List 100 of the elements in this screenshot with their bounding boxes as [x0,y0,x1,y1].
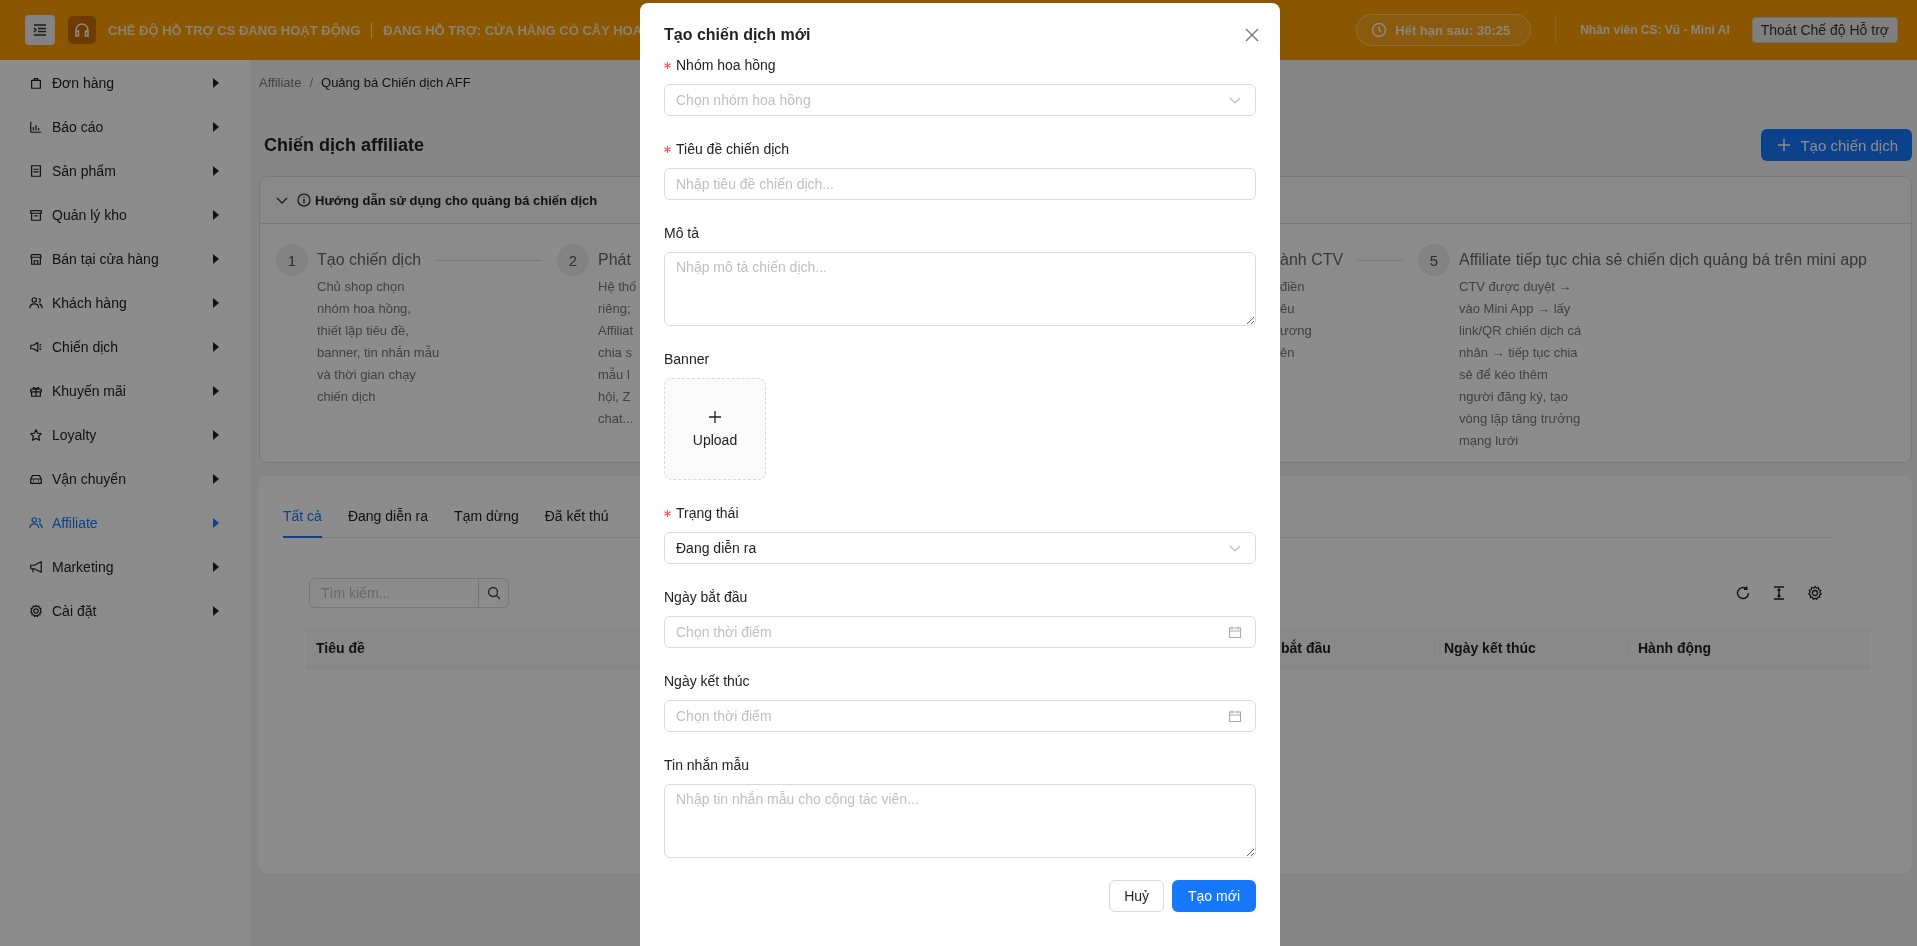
archive-icon [29,208,43,222]
column-header: Ngày kết thúc [1434,640,1628,656]
date-field[interactable]: Chọn thời điểm [664,616,1256,648]
upload-button[interactable]: Upload [664,378,766,480]
field-label: Tin nhắn mẫu [664,757,750,773]
field-label: Ngày bắt đầu [664,589,748,605]
speaker-icon [29,340,43,354]
dialog-title: Tạo chiến dịch mới [664,26,811,44]
bag-icon [29,76,43,90]
step-description: điền êu ương ên [1280,278,1312,362]
tab[interactable]: Tạm dừng [454,508,519,538]
caret-icon [212,430,220,440]
sidebar-item[interactable]: Đơn hàng [0,61,250,105]
breadcrumb-separator: / [309,74,314,90]
search-button[interactable] [479,578,509,608]
sidebar-item[interactable]: Bán tại cửa hàng [0,237,250,281]
info-icon [297,193,311,207]
calendar-icon [1228,625,1242,639]
step-title: ành CTV [1280,251,1344,269]
field-label: Banner [664,351,710,367]
step-title: Tạo chiến dịch [317,251,422,269]
star-icon [29,428,43,442]
sidebar-item[interactable]: Sản phẩm [0,149,250,193]
field-label: Mô tả [664,225,699,241]
date-field[interactable]: Chọn thời điểm [664,700,1256,732]
gear-icon [29,604,43,618]
clock-icon [1371,22,1388,38]
menu-button[interactable] [25,15,55,45]
caret-icon [212,562,220,572]
plus-icon [708,410,722,424]
tab[interactable]: Tất cả [283,508,322,538]
step-description: Hệ thố riêng; Affiliat chia s mẫu l hội, Z chat... [598,278,637,428]
caret-icon [212,606,220,616]
step-number: 5 [1418,244,1450,276]
search-icon [486,586,501,600]
tab[interactable]: Đã kết thú [544,508,609,538]
field-label: Trạng thái [676,505,739,521]
caret-icon [212,78,220,88]
sidebar-item[interactable]: Marketing [0,545,250,589]
caret-icon [212,166,220,176]
column-header: Tiêu đề [315,640,366,656]
calendar-icon [1228,709,1242,723]
input-field[interactable]: Nhập tiêu đề chiến dịch... [664,168,1256,200]
breadcrumb-item[interactable]: Affiliate [259,74,302,90]
close-icon[interactable] [1244,27,1260,43]
step-number: 1 [276,244,308,276]
store-icon [29,252,43,266]
cancel-button[interactable]: Huỷ [1109,880,1165,912]
create-campaign-button[interactable]: Tạo chiến dịch [1761,129,1912,161]
bar-chart-icon [29,120,43,134]
document-icon [29,164,43,178]
column-header: Hành động [1628,640,1870,656]
sidebar-item[interactable]: Loyalty [0,413,250,457]
sidebar-item[interactable]: Khách hàng [0,281,250,325]
caret-icon [212,386,220,396]
staff-text: Nhân viên CS: Vũ - Mini AI [1580,23,1730,37]
car-icon [29,472,43,486]
sidebar-item[interactable]: Báo cáo [0,105,250,149]
sidebar-item[interactable]: Khuyến mãi [0,369,250,413]
gift-icon [29,384,43,398]
field-label: Ngày kết thúc [664,673,750,689]
step-description: Chủ shop chọn nhóm hoa hồng, thiết lập tiêu đề, banner, tin nhắn mẫu và thời gian chạy chiến dịch [317,278,440,406]
refresh-icon[interactable] [1735,585,1751,601]
exit-support-button[interactable]: Thoát Chế độ Hỗ trợ [1751,17,1898,43]
plus-icon [1777,138,1792,152]
step-number: 2 [557,244,589,276]
field-label: Nhóm hoa hồng [676,57,776,73]
text-area[interactable]: Nhập tin nhắn mẫu cho cộng tác viên... [664,784,1256,858]
users-icon [29,296,43,310]
step-description: CTV được duyệt → vào Mini App → lấy link/QR chiến dịch cá nhân → tiếp tục chia sẻ để kéo thêm người đăng ký, tạo vòng lặp tăng trưởng mạng lưới [1459,278,1582,450]
sidebar-item[interactable]: Quản lý kho [0,193,250,237]
breadcrumb-item: Quảng bá Chiến dịch AFF [321,74,471,90]
menu-icon [32,22,48,38]
tab[interactable]: Đang diễn ra [347,508,429,538]
text-area[interactable]: Nhập mô tả chiến dịch... [664,252,1256,326]
timer-text: Hết hạn sau: 30:25 [1395,22,1511,38]
select-field[interactable]: Đang diễn ra [664,532,1256,564]
step-title: Affiliate tiếp tục chia sẻ chiến dịch quảng bá trên mini app [1459,251,1867,269]
sidebar-item[interactable]: Affiliate [0,501,250,545]
step-title: Phát [598,251,631,269]
caret-icon [212,342,220,352]
caret-icon [212,518,220,528]
sidebar-item[interactable]: Chiến dịch [0,325,250,369]
guide-title: Hướng dẫn sử dụng cho quảng bá chiến dịch [315,192,598,208]
caret-icon [212,298,220,308]
sidebar-item[interactable]: Vận chuyển [0,457,250,501]
caret-icon [212,254,220,264]
supporting-store-text: ĐANG HỖ TRỢ: CỬA HÀNG CÒ CÂY HOA [383,22,643,38]
settings-icon[interactable] [1807,585,1823,601]
caret-icon [212,122,220,132]
field-label: Tiêu đề chiến dịch [676,141,790,157]
sidebar-item[interactable]: Cài đặt [0,589,250,633]
megaphone-icon [29,560,43,574]
page-title: Chiến dịch affiliate [264,134,425,156]
caret-icon [212,210,220,220]
users-icon [29,516,43,530]
caret-icon [212,474,220,484]
create-button[interactable]: Tạo mới [1172,880,1256,912]
column-height-icon[interactable] [1771,585,1787,601]
headset-icon [68,16,96,44]
